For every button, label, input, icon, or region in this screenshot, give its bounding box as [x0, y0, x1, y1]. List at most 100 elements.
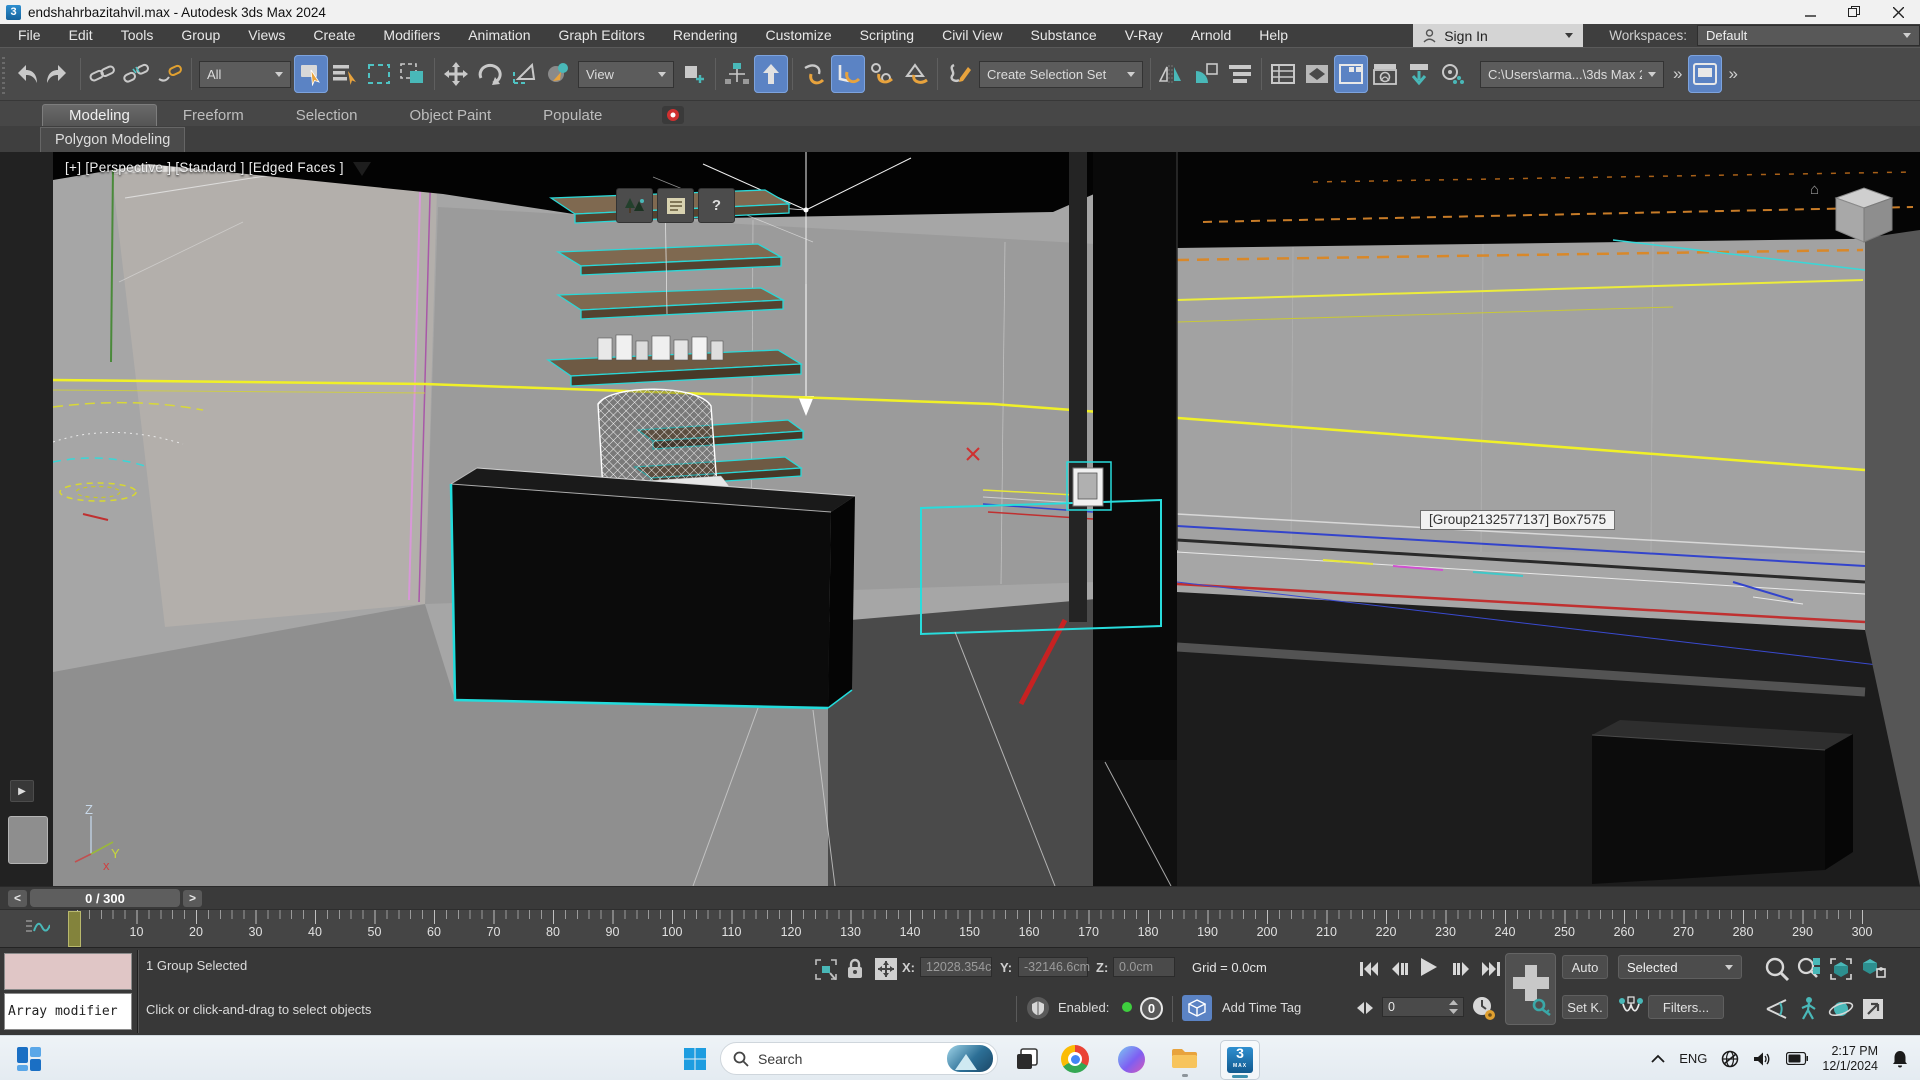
plugin-button[interactable] [662, 106, 684, 124]
help-button[interactable]: ? [698, 188, 735, 223]
key-mode-toggle[interactable] [1354, 996, 1376, 1020]
x-coordinate-field[interactable]: 12028.354c [920, 957, 992, 977]
add-time-tag-icon[interactable] [1182, 995, 1212, 1021]
redo-button[interactable] [42, 55, 76, 93]
set-keys-button[interactable] [1505, 953, 1556, 1025]
maxscript-mini-listener[interactable] [4, 953, 132, 990]
menu-graph-editors[interactable]: Graph Editors [544, 24, 658, 47]
network-globe-icon[interactable] [1721, 1050, 1739, 1068]
edit-named-selection-sets-button[interactable] [942, 55, 976, 93]
time-configuration-icon[interactable] [1470, 995, 1496, 1021]
language-indicator[interactable]: ENG [1679, 1051, 1707, 1066]
counter-box[interactable] [451, 468, 855, 708]
snaps-toggle-3d-button[interactable] [831, 55, 865, 93]
zoom-extents-icon[interactable] [1828, 956, 1854, 982]
snaps-toggle-2d-button[interactable] [797, 55, 831, 93]
menu-animation[interactable]: Animation [454, 24, 544, 47]
menu-help[interactable]: Help [1245, 24, 1302, 47]
clock[interactable]: 2:17 PM 12/1/2024 [1822, 1044, 1878, 1074]
ribbon-tab-modeling[interactable]: Modeling [42, 104, 157, 126]
add-time-tag-label[interactable]: Add Time Tag [1222, 1000, 1301, 1015]
timeline-playhead[interactable] [68, 911, 81, 947]
zoom-icon[interactable] [1764, 956, 1790, 982]
current-frame-field[interactable]: 0 [1382, 997, 1464, 1017]
workspace-dropdown[interactable]: Default [1697, 25, 1920, 46]
percent-snap-toggle[interactable] [899, 55, 933, 93]
toolbar-overflow-chevron[interactable]: » [1673, 64, 1682, 84]
render-button[interactable] [1688, 55, 1722, 93]
menu-modifiers[interactable]: Modifiers [369, 24, 454, 47]
menu-file[interactable]: File [0, 24, 55, 47]
zoom-all-icon[interactable] [1796, 956, 1822, 982]
curve-editor-button[interactable] [1300, 55, 1334, 93]
walk-through-icon[interactable] [1796, 996, 1822, 1022]
selection-filter-dropdown[interactable]: All [199, 61, 291, 88]
hidden-icons-chevron[interactable] [1651, 1054, 1665, 1063]
absolute-offset-toggle-icon[interactable] [874, 957, 898, 981]
go-to-end-button[interactable] [1478, 957, 1504, 981]
menu-civil-view[interactable]: Civil View [928, 24, 1016, 47]
track-bar[interactable]: 0102030405060708090100110120130140150160… [0, 909, 1920, 948]
menu-substance[interactable]: Substance [1017, 24, 1111, 47]
menu-group[interactable]: Group [167, 24, 234, 47]
widgets-icon[interactable] [10, 1040, 48, 1078]
search-highlight-thumbnail[interactable] [947, 1045, 993, 1072]
render-setup-button[interactable] [1402, 55, 1436, 93]
named-selection-set-dropdown[interactable]: Create Selection Set [979, 61, 1143, 88]
schematic-view-button[interactable] [1334, 55, 1368, 93]
render-flyout-button[interactable] [1436, 55, 1470, 93]
orbit-icon[interactable] [1828, 996, 1854, 1022]
chrome-icon[interactable] [1056, 1040, 1094, 1078]
bind-to-space-warp-icon[interactable] [153, 55, 187, 93]
unlink-selection-icon[interactable] [119, 55, 153, 93]
project-folder-dropdown[interactable]: C:\Users\arma...\3ds Max 2024 [1480, 61, 1664, 88]
search-box[interactable]: Search [720, 1042, 998, 1075]
menu-edit[interactable]: Edit [55, 24, 107, 47]
viewport-label[interactable]: [+] [Perspective ] [Standard ] [Edged Fa… [65, 160, 344, 175]
toolbar-overflow-chevron-2[interactable]: » [1728, 64, 1737, 84]
color-swatch[interactable] [8, 816, 48, 864]
next-frame-button[interactable]: > [183, 890, 202, 907]
rectangular-selection-region-button[interactable] [362, 55, 396, 93]
next-frame-step-button[interactable] [1448, 957, 1474, 981]
polygon-modeling-panel-tab[interactable]: Polygon Modeling [40, 127, 185, 152]
select-by-name-button[interactable] [328, 55, 362, 93]
key-filters-icon[interactable] [1618, 995, 1644, 1021]
file-explorer-icon[interactable] [1166, 1040, 1204, 1078]
selection-lock-icon[interactable] [846, 957, 864, 980]
select-and-link-icon[interactable] [85, 55, 119, 93]
dark-box[interactable] [1592, 720, 1853, 884]
shield-icon[interactable] [1026, 996, 1050, 1020]
menu-v-ray[interactable]: V-Ray [1111, 24, 1177, 47]
align-button[interactable] [1189, 55, 1223, 93]
go-to-start-button[interactable] [1356, 957, 1382, 981]
ribbon-tab-populate[interactable]: Populate [517, 105, 628, 126]
copilot-icon[interactable] [1112, 1040, 1150, 1078]
field-of-view-icon[interactable] [1764, 996, 1790, 1022]
enabled-indicator[interactable] [1122, 1002, 1132, 1012]
select-object-button[interactable] [294, 55, 328, 93]
viewport-canvas[interactable] [53, 152, 1920, 886]
menu-views[interactable]: Views [234, 24, 299, 47]
material-editor-button[interactable] [1368, 55, 1402, 93]
previous-frame-step-button[interactable] [1386, 957, 1412, 981]
menu-customize[interactable]: Customize [751, 24, 845, 47]
scene-explorer-button[interactable] [1266, 55, 1300, 93]
perspective-viewport[interactable]: [+] [Perspective ] [Standard ] [Edged Fa… [53, 152, 1920, 886]
mirror-button[interactable] [1155, 55, 1189, 93]
keyboard-shortcut-override-toggle[interactable] [754, 55, 788, 93]
auto-key-button[interactable]: Auto [1562, 955, 1608, 979]
close-button[interactable] [1876, 0, 1920, 24]
z-coordinate-field[interactable]: 0.0cm [1113, 957, 1175, 977]
notifications-bell-icon[interactable] [1892, 1050, 1908, 1068]
battery-icon[interactable] [1786, 1052, 1808, 1065]
ribbon-tab-object-paint[interactable]: Object Paint [383, 105, 517, 126]
trackbar-curves-icon[interactable] [24, 917, 50, 939]
undo-button[interactable] [8, 55, 42, 93]
volume-icon[interactable] [1753, 1051, 1772, 1067]
select-and-scale-button[interactable] [507, 55, 541, 93]
start-button[interactable] [676, 1040, 714, 1078]
toolbar-grip[interactable] [2, 54, 5, 94]
expand-panel-button[interactable]: ▶ [10, 780, 34, 802]
frame-indicator[interactable]: 0 / 300 [30, 889, 180, 907]
